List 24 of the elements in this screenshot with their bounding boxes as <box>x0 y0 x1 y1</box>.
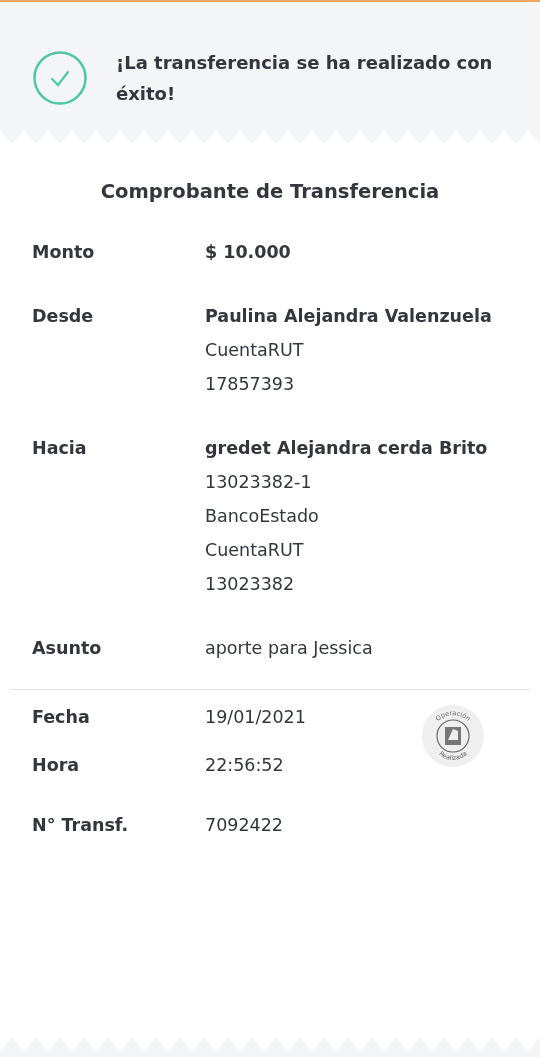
field-value: aporte para Jessica <box>205 637 373 660</box>
field-value: Paulina Alejandra Valenzuela <box>205 305 492 328</box>
check-circle-icon <box>32 50 88 106</box>
field-label: Hacia <box>32 437 88 460</box>
field-value: 22:56:52 <box>205 754 284 777</box>
field-label: Monto <box>32 241 96 264</box>
field-value: gredet Alejandra cerda Brito <box>205 437 488 460</box>
success-message: ¡La transferencia se ha realizado con éxito! <box>116 51 494 106</box>
field-label: Hora <box>32 754 81 777</box>
field-value: 19/01/2021 <box>205 706 306 729</box>
field-value: 13023382 <box>205 573 296 596</box>
field-value: 17857393 <box>205 373 296 396</box>
field-label: Asunto <box>32 637 103 660</box>
field-value: CuentaRUT <box>205 539 305 562</box>
field-value: BancoEstado <box>205 505 320 528</box>
field-value: 13023382-1 <box>205 471 313 494</box>
field-value: CuentaRUT <box>205 339 305 362</box>
field-label: N° Transf. <box>32 814 130 837</box>
field-label: Desde <box>32 305 95 328</box>
field-value: 7092422 <box>205 814 283 837</box>
field-value: $ 10.000 <box>205 241 291 264</box>
stamp-icon <box>422 705 484 767</box>
receipt-title: Comprobante de Transferencia <box>99 179 441 205</box>
field-label: Fecha <box>32 706 91 729</box>
